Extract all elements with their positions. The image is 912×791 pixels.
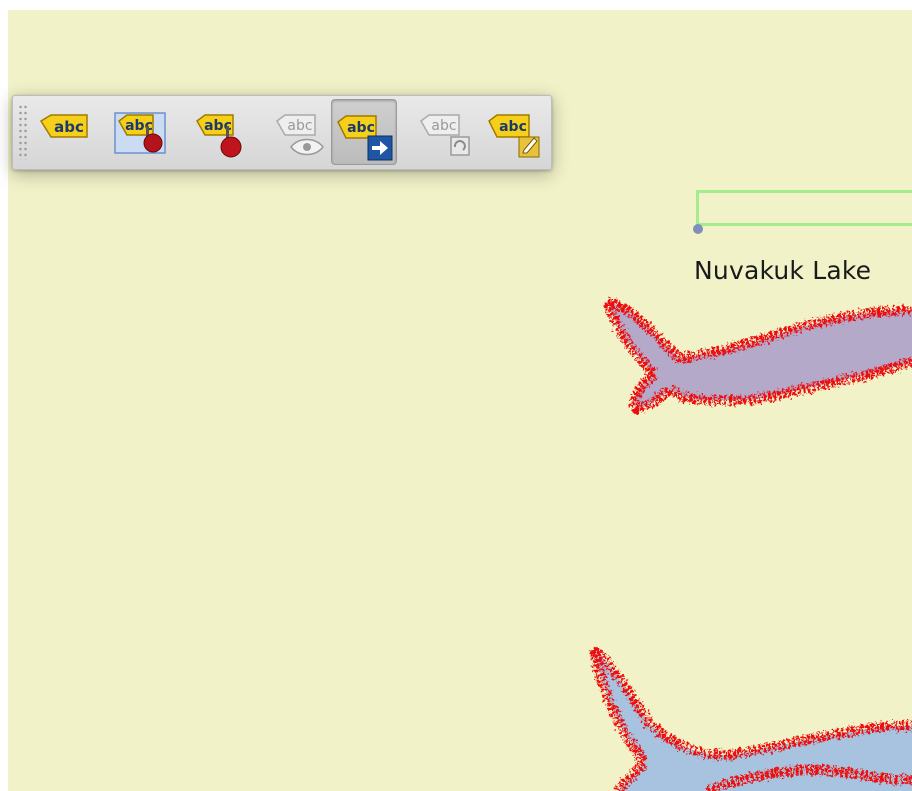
toolbar-drag-handle[interactable] [18,104,28,160]
layer-labeling-icon: abc [39,114,88,138]
rotate-label-icon: abc [420,114,470,156]
pin-labels-button[interactable]: abc [109,99,175,165]
rotate-label-button[interactable]: abc [413,99,479,165]
pin-labels-selected-icon: abc [196,114,242,158]
lake-name-label[interactable]: Nuvakuk Lake [694,256,871,285]
move-label-button[interactable]: abc [331,99,397,165]
svg-text:abc: abc [499,119,527,135]
change-label-icon: abc [488,114,540,158]
label-toolbar: abc abc abc abc abc abc abc [12,95,552,170]
svg-text:abc: abc [54,118,84,136]
show-hide-labels-button[interactable]: abc [269,99,335,165]
svg-text:abc: abc [347,120,375,136]
app-window: Nuvakuk Lake abc abc abc abc abc abc abc [0,0,912,791]
layer-labeling-button[interactable]: abc [29,99,95,165]
change-label-button[interactable]: abc [483,99,549,165]
svg-text:abc: abc [431,118,456,134]
move-label-icon: abc [337,115,393,161]
lake-lower[interactable] [589,645,912,791]
pin-labels-icon: abc [114,112,166,154]
lake-upper-fill [608,302,912,408]
svg-text:abc: abc [287,118,312,134]
lake-upper[interactable] [603,297,912,414]
show-hide-labels-icon: abc [276,114,324,156]
label-anchor-point[interactable] [693,224,703,234]
pin-labels-selected-button[interactable]: abc [189,99,255,165]
label-bounding-box[interactable] [696,190,912,226]
